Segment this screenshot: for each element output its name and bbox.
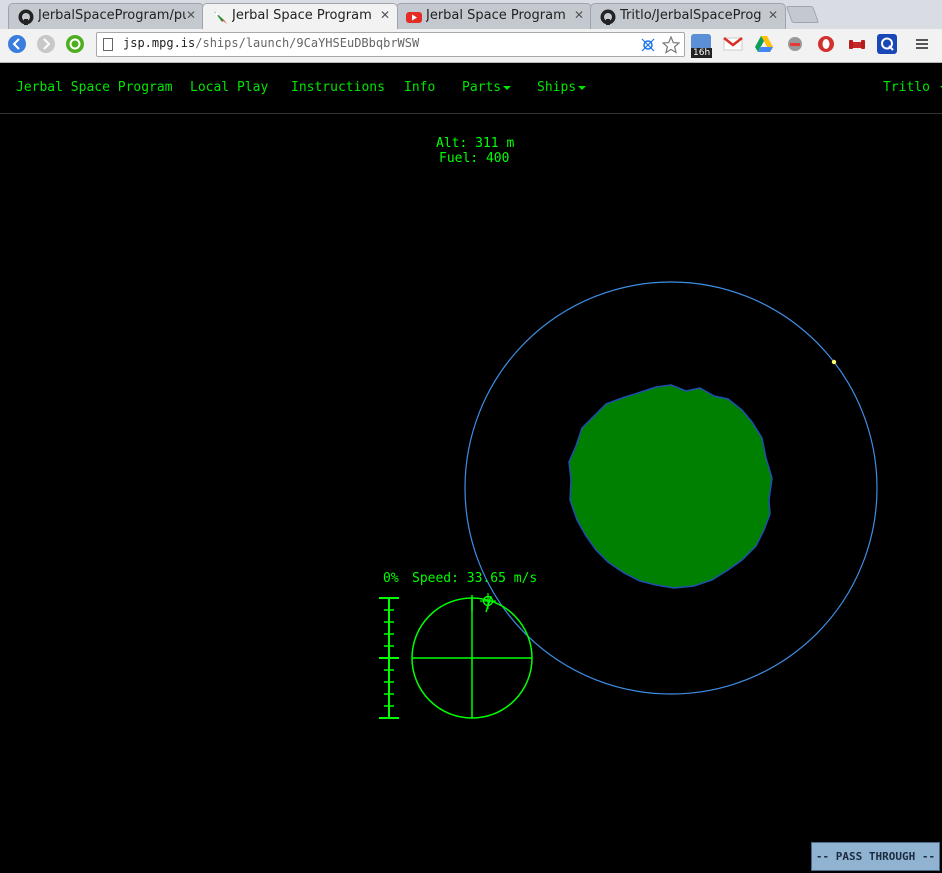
moon-marker — [831, 359, 837, 365]
speed-readout: Speed: 33.65 m/s — [412, 571, 538, 586]
browser-tab-active[interactable]: Jerbal Space Program ✕ — [202, 3, 398, 29]
pass-through-label: -- PASS THROUGH -- — [815, 850, 936, 863]
pass-through-button[interactable]: -- PASS THROUGH -- — [811, 842, 940, 871]
rocket-icon — [214, 11, 227, 24]
throttle-readout: 0% — [383, 571, 399, 586]
throttle-gauge — [379, 597, 399, 719]
attitude-indicator — [411, 595, 533, 719]
close-tab-icon[interactable]: ✕ — [380, 8, 390, 22]
tab-title: Jerbal Space Program — [232, 8, 372, 23]
space-scene — [379, 281, 878, 719]
planet — [568, 384, 773, 589]
